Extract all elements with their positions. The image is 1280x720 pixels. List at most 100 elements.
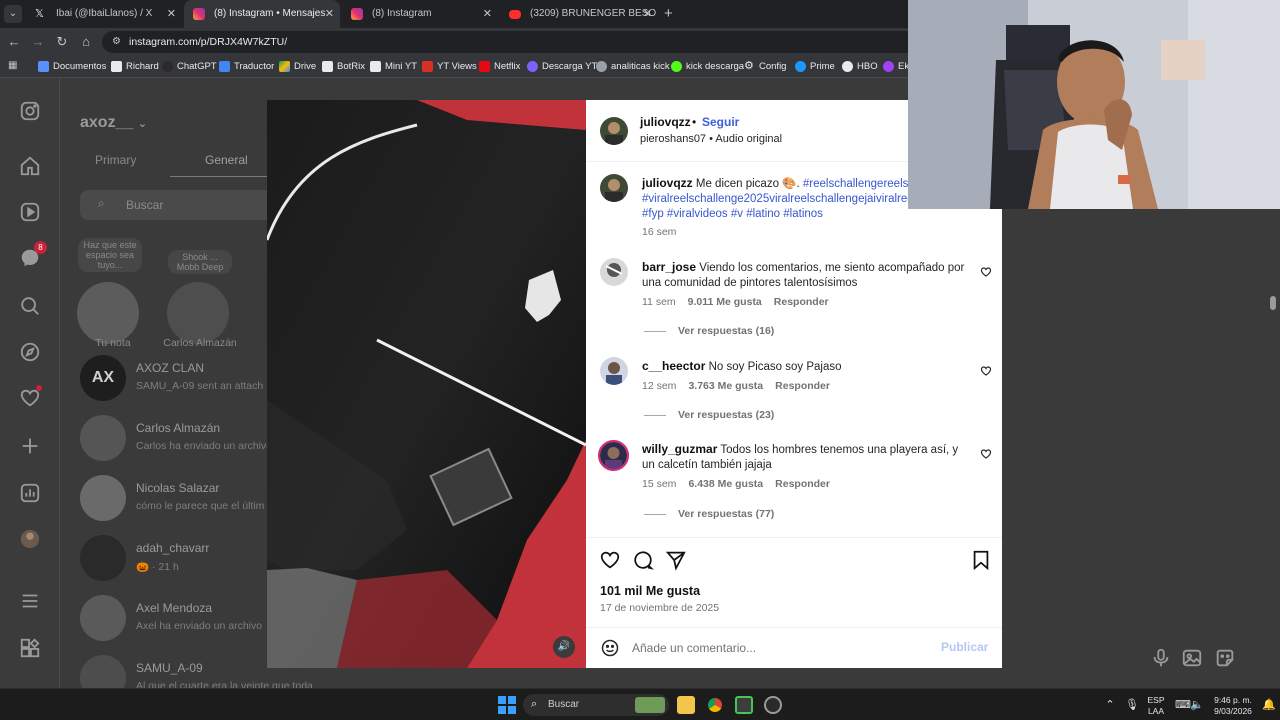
search-icon[interactable] [19, 295, 41, 317]
like-comment-icon[interactable] [980, 365, 992, 377]
comment-username[interactable]: barr_jose [642, 260, 696, 274]
like-comment-icon[interactable] [980, 266, 992, 278]
author-avatar[interactable] [600, 117, 628, 145]
emoji-icon[interactable] [600, 638, 620, 658]
apps-grid-icon[interactable]: ▦ [8, 60, 20, 72]
comment-username[interactable]: c__heector [642, 359, 705, 373]
explore-icon[interactable] [19, 341, 41, 363]
create-icon[interactable] [19, 435, 41, 457]
view-replies-button[interactable]: Ver respuestas (16) [644, 325, 774, 337]
share-icon[interactable] [665, 549, 687, 571]
bookmark-ekl[interactable]: Ekl [883, 56, 911, 78]
bookmark-config[interactable]: ⚙ Config [744, 56, 786, 78]
publish-button[interactable]: Publicar [941, 640, 988, 654]
close-icon[interactable]: ✕ [325, 0, 334, 28]
bookmark-chatgpt[interactable]: ChatGPT [162, 56, 217, 78]
system-clock[interactable]: 9:46 p. m. 9/03/2026 [1208, 695, 1258, 720]
bookmark-analiticas-kick[interactable]: analiticas kick [596, 56, 670, 78]
comment-username[interactable]: willy_guzmar [642, 442, 717, 456]
tab-x[interactable]: 𝕏 Ibai (@IbaiLlanos) / X ✕ [26, 0, 182, 28]
follow-button[interactable]: Seguir [702, 115, 739, 129]
profile-avatar[interactable] [19, 528, 41, 550]
reply-button[interactable]: Responder [775, 478, 830, 490]
address-bar[interactable]: ⚙ instagram.com/p/DRJX4W7kZTU/ [102, 31, 922, 53]
tab-instagram-messages[interactable]: (8) Instagram • Mensajes ✕ [184, 0, 340, 28]
commenter-avatar[interactable] [600, 258, 628, 286]
chrome-icon[interactable] [706, 696, 724, 714]
chevron-up-icon[interactable]: ⌃ [1103, 698, 1117, 712]
volume-tray-icon[interactable]: 🔈 [1190, 698, 1204, 712]
comment-input[interactable] [632, 638, 922, 658]
like-count[interactable]: 101 mil Me gusta [600, 584, 700, 598]
obs-icon[interactable] [764, 696, 782, 714]
image-icon[interactable] [1181, 647, 1203, 669]
tab-general[interactable]: General [205, 153, 248, 167]
scrollbar-thumb[interactable] [1270, 296, 1276, 310]
microphone-icon[interactable] [1150, 647, 1172, 669]
caption-author[interactable]: juliovqzz [642, 176, 693, 190]
bookmark-traductor[interactable]: Traductor [219, 56, 274, 78]
app-icon[interactable] [735, 696, 753, 714]
close-icon[interactable]: ✕ [643, 0, 652, 28]
close-icon[interactable]: ✕ [167, 0, 176, 28]
network-icon[interactable]: ⌨ [1175, 698, 1191, 712]
new-tab-icon[interactable]: + [664, 0, 673, 28]
like-comment-icon[interactable] [980, 448, 992, 460]
reload-icon[interactable]: ↻ [54, 34, 70, 50]
comment-likes[interactable]: 9.011 Me gusta [688, 296, 762, 308]
bookmark-descarga-yt[interactable]: Descarga YT [527, 56, 597, 78]
home-icon[interactable] [19, 155, 41, 177]
bookmark-netflix[interactable]: Netflix [479, 56, 520, 78]
bookmark-hbo[interactable]: HBO [842, 56, 878, 78]
bookmark-drive[interactable]: Drive [279, 56, 316, 78]
taskbar-search[interactable]: ⌕ Buscar [523, 694, 669, 716]
site-info-icon[interactable]: ⚙ [112, 35, 126, 49]
microphone-tray-icon[interactable]: 🎙 [1125, 698, 1139, 712]
bookmark-kick-descarga[interactable]: kick descarga [671, 56, 744, 78]
account-switcher[interactable]: axoz__ ⌄ [80, 114, 147, 132]
heart-notifications-icon[interactable] [19, 385, 42, 409]
bookmark-prime[interactable]: Prime [795, 56, 835, 78]
bookmark-botrix[interactable]: BotRix [322, 56, 365, 78]
bookmark-documentos[interactable]: Documentos [38, 56, 106, 78]
file-explorer-icon[interactable] [677, 696, 695, 714]
save-icon[interactable] [970, 549, 992, 571]
audio-attribution[interactable]: piero­shans07 • Audio original [640, 133, 782, 145]
bookmark-mini-yt[interactable]: Mini YT [370, 56, 417, 78]
back-icon[interactable]: ← [6, 34, 22, 50]
tab-primary[interactable]: Primary [95, 153, 136, 167]
reply-button[interactable]: Responder [774, 296, 829, 308]
instagram-logo-icon[interactable] [19, 100, 41, 122]
comments-list[interactable]: juliovqzz Me dicen picazo 🎨. #reelschall… [586, 163, 1002, 537]
view-replies-button[interactable]: Ver respuestas (23) [644, 409, 774, 421]
windows-start-icon[interactable] [498, 696, 516, 714]
more-apps-icon[interactable] [19, 637, 41, 659]
dashboard-icon[interactable] [19, 482, 41, 504]
forward-icon[interactable]: → [30, 34, 46, 50]
tab-youtube[interactable]: (3209) BRUNENGER BESO A LA ✕ [500, 0, 658, 28]
messages-icon[interactable]: 8 [19, 241, 47, 269]
reels-icon[interactable] [19, 201, 41, 223]
like-icon[interactable] [599, 549, 621, 571]
notification-center-icon[interactable]: 🔔 [1262, 698, 1276, 712]
sticker-icon[interactable] [1214, 647, 1236, 669]
post-video[interactable] [267, 100, 586, 668]
bookmark-yt-views[interactable]: YT Views [422, 56, 477, 78]
reply-button[interactable]: Responder [775, 380, 830, 392]
volume-icon[interactable]: 🔊 [553, 636, 575, 658]
comment-likes[interactable]: 6.438 Me gusta [688, 478, 763, 490]
comment-icon[interactable] [632, 549, 655, 571]
commenter-avatar[interactable] [598, 440, 629, 471]
close-icon[interactable]: ✕ [483, 0, 492, 28]
menu-icon[interactable] [19, 590, 41, 612]
author-username[interactable]: juliovqzz [640, 115, 691, 129]
bookmark-richard[interactable]: Richard [111, 56, 159, 78]
tab-search-icon[interactable]: ⌄ [4, 5, 22, 23]
home-icon[interactable]: ⌂ [78, 34, 94, 50]
view-replies-button[interactable]: Ver respuestas (77) [644, 508, 774, 520]
author-avatar[interactable] [600, 174, 628, 202]
comment-likes[interactable]: 3.763 Me gusta [688, 380, 763, 392]
input-language[interactable]: ESP LAA [1144, 695, 1168, 720]
tab-instagram[interactable]: (8) Instagram ✕ [342, 0, 498, 28]
commenter-avatar[interactable] [600, 357, 628, 385]
